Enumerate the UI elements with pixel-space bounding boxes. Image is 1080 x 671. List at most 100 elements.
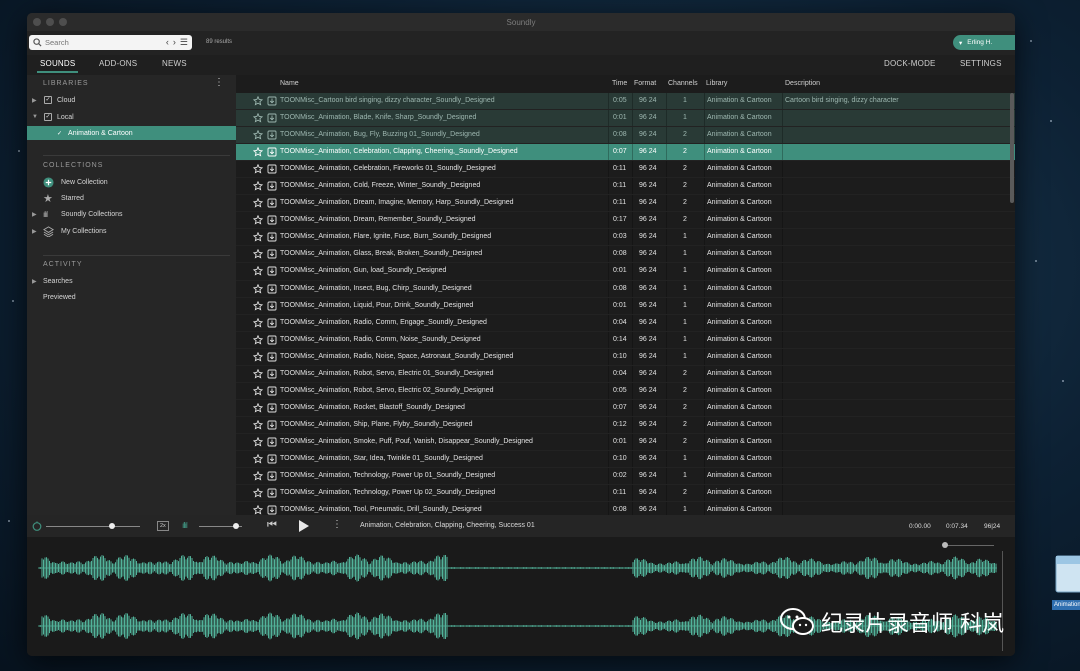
desktop-folder[interactable]: Animation & Cartoon — [1052, 554, 1080, 610]
column-time[interactable]: Time — [612, 80, 627, 87]
table-row[interactable]: TOONMisc_Animation, Radio, Noise, Space,… — [236, 348, 1015, 366]
table-row[interactable]: TOONMisc_Animation, Radio, Comm, Noise_S… — [236, 331, 1015, 349]
sidebar-item-previewed[interactable]: Previewed — [27, 290, 236, 304]
star-outline-icon[interactable] — [253, 130, 263, 140]
download-icon[interactable] — [267, 232, 277, 242]
download-icon[interactable] — [267, 420, 277, 430]
download-icon[interactable] — [267, 505, 277, 515]
sidebar-item-cloud[interactable]: ▶ ✓ Cloud — [27, 93, 236, 107]
table-row[interactable]: TOONMisc_Animation, Technology, Power Up… — [236, 468, 1015, 486]
sidebar-item-animation-cartoon[interactable]: ✓ Animation & Cartoon — [27, 126, 236, 140]
expand-arrow-icon[interactable]: ▶ — [32, 228, 37, 235]
star-outline-icon[interactable] — [253, 300, 263, 311]
star-outline-icon[interactable] — [253, 266, 263, 276]
download-icon[interactable] — [267, 301, 277, 311]
star-outline-icon[interactable] — [253, 453, 263, 464]
star-outline-icon[interactable] — [253, 385, 263, 396]
collapse-arrow-icon[interactable]: ▼ — [32, 114, 38, 120]
download-icon[interactable] — [267, 437, 277, 447]
minimize-window-button[interactable] — [46, 18, 54, 26]
star-outline-icon[interactable] — [253, 505, 263, 515]
expand-arrow-icon[interactable]: ▶ — [32, 211, 37, 218]
star-outline-icon[interactable] — [253, 488, 263, 498]
volume-slider-handle[interactable] — [232, 523, 239, 529]
table-row[interactable]: TOONMisc_Animation, Smoke, Puff, Pouf, V… — [236, 433, 1015, 451]
download-icon[interactable] — [267, 181, 277, 191]
tab-news[interactable]: NEWS — [162, 59, 187, 68]
download-icon[interactable] — [267, 352, 277, 362]
sidebar-item-new-collection[interactable]: New Collection — [27, 175, 236, 189]
tab-add-ons[interactable]: ADD-ONS — [99, 59, 137, 68]
tab-sounds[interactable]: SOUNDS — [36, 59, 79, 73]
star-outline-icon[interactable] — [253, 215, 263, 225]
star-outline-icon[interactable] — [253, 334, 263, 345]
star-outline-icon[interactable] — [253, 249, 263, 259]
search-input[interactable] — [45, 38, 145, 47]
download-icon[interactable] — [267, 215, 277, 225]
filter-list-icon[interactable]: ☰ — [180, 37, 188, 47]
table-row[interactable]: TOONMisc_Animation, Rocket, Blastoff_Sou… — [236, 399, 1015, 417]
table-row[interactable]: TOONMisc_Animation, Bug, Fly, Buzzing 01… — [236, 127, 1015, 145]
table-row[interactable]: TOONMisc_Animation, Radio, Comm, Engage_… — [236, 314, 1015, 332]
star-outline-icon[interactable] — [253, 232, 263, 242]
download-icon[interactable] — [267, 471, 277, 481]
table-row[interactable]: TOONMisc_Animation, Robot, Servo, Electr… — [236, 365, 1015, 383]
download-icon[interactable] — [267, 266, 277, 276]
download-icon[interactable] — [267, 164, 277, 174]
zoom-slider-handle[interactable] — [942, 542, 948, 548]
table-row[interactable]: TOONMisc_Animation, Cold, Freeze, Winter… — [236, 178, 1015, 196]
table-row[interactable]: TOONMisc_Animation, Liquid, Pour, Drink_… — [236, 297, 1015, 315]
table-scrollbar[interactable] — [1010, 93, 1014, 203]
star-outline-icon[interactable] — [253, 96, 263, 106]
pitch-slider[interactable] — [46, 526, 140, 527]
star-outline-icon[interactable] — [253, 198, 263, 208]
table-row[interactable]: TOONMisc_Animation, Dream, Imagine, Memo… — [236, 195, 1015, 213]
play-icon[interactable] — [298, 520, 309, 532]
download-icon[interactable] — [267, 488, 277, 498]
download-icon[interactable] — [267, 130, 277, 140]
cloud-checkbox[interactable]: ✓ — [44, 96, 52, 104]
search-box[interactable]: ‹ › ☰ — [29, 35, 192, 50]
skip-back-icon[interactable]: ⏮ — [267, 519, 277, 532]
table-row[interactable]: TOONMisc_Animation, Celebration, Firewor… — [236, 161, 1015, 179]
star-outline-icon[interactable] — [253, 113, 263, 123]
star-outline-icon[interactable] — [253, 436, 263, 447]
download-icon[interactable] — [267, 147, 277, 157]
star-outline-icon[interactable] — [253, 283, 263, 294]
column-channels[interactable]: Channels — [668, 80, 698, 87]
tab-dock-mode[interactable]: DOCK-MODE — [884, 59, 936, 68]
pitch-slider-handle[interactable] — [108, 523, 115, 529]
table-row[interactable]: TOONMisc_Animation, Robot, Servo, Electr… — [236, 382, 1015, 400]
download-icon[interactable] — [267, 96, 277, 106]
tab-settings[interactable]: SETTINGS — [960, 59, 1002, 68]
sidebar-item-local[interactable]: ▼ ✓ Local — [27, 110, 236, 124]
user-button[interactable]: ▾ Erling H. — [953, 35, 1015, 50]
star-outline-icon[interactable] — [253, 419, 263, 430]
star-outline-icon[interactable] — [253, 317, 263, 328]
table-row[interactable]: TOONMisc_Animation, Blade, Knife, Sharp_… — [236, 110, 1015, 128]
download-icon[interactable] — [267, 249, 277, 259]
table-row[interactable]: TOONMisc_Animation, Dream, Remember_Soun… — [236, 212, 1015, 230]
sidebar-item-starred[interactable]: ★ Starred — [27, 191, 236, 205]
zoom-window-button[interactable] — [59, 18, 67, 26]
table-row[interactable]: TOONMisc_Animation, Celebration, Clappin… — [236, 144, 1015, 162]
column-description[interactable]: Description — [785, 80, 820, 87]
expand-arrow-icon[interactable]: ▶ — [32, 278, 37, 285]
column-name[interactable]: Name — [280, 80, 299, 87]
table-row[interactable]: TOONMisc_Animation, Technology, Power Up… — [236, 485, 1015, 503]
download-icon[interactable] — [267, 284, 277, 294]
pitch-icon[interactable] — [32, 521, 42, 531]
more-options-icon[interactable]: ⋮ — [214, 77, 224, 88]
close-window-button[interactable] — [33, 18, 41, 26]
star-outline-icon[interactable] — [253, 181, 263, 191]
download-icon[interactable] — [267, 369, 277, 379]
star-outline-icon[interactable] — [253, 147, 263, 157]
download-icon[interactable] — [267, 113, 277, 123]
star-outline-icon[interactable] — [253, 164, 263, 174]
table-row[interactable]: TOONMisc_Animation, Ship, Plane, Flyby_S… — [236, 416, 1015, 434]
star-outline-icon[interactable] — [253, 368, 263, 379]
local-checkbox[interactable]: ✓ — [44, 113, 52, 121]
speed-button[interactable]: 2x — [157, 521, 169, 531]
more-vertical-icon[interactable]: ⋮ — [332, 519, 342, 530]
star-outline-icon[interactable] — [253, 351, 263, 362]
